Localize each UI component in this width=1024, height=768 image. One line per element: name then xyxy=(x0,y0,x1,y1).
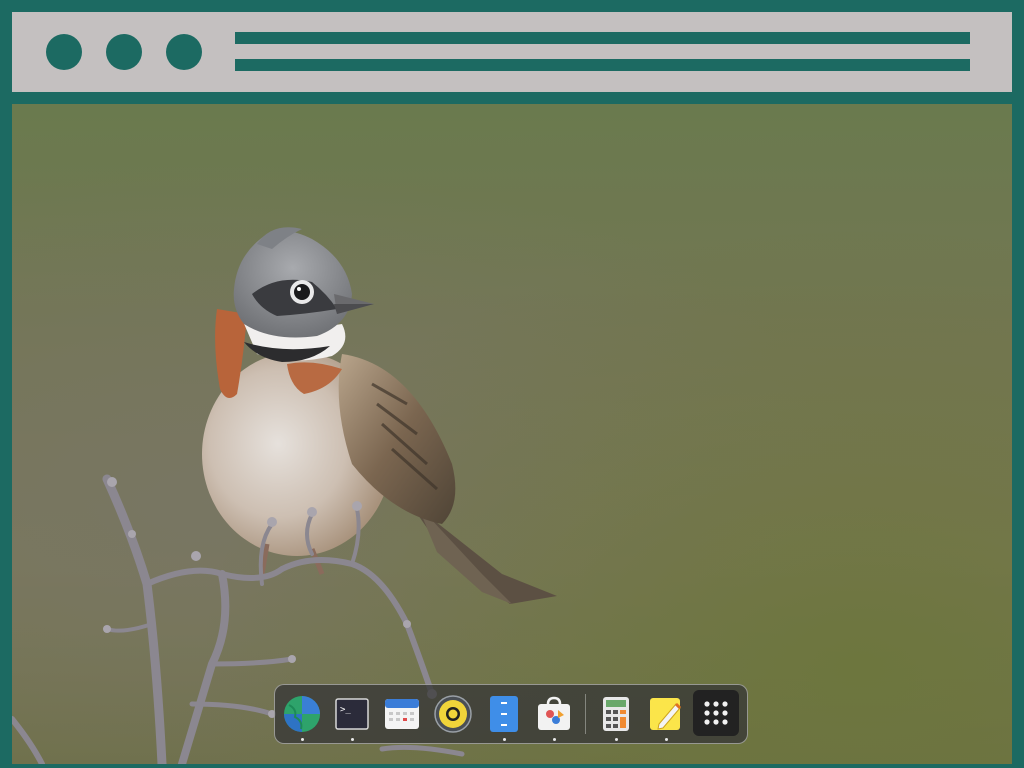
dock-item-store[interactable] xyxy=(533,693,575,741)
dock-item-music[interactable] xyxy=(432,693,474,735)
notes-icon xyxy=(650,698,682,730)
desktop: >_ xyxy=(12,104,1012,764)
calendar-icon xyxy=(385,699,419,729)
document-icon xyxy=(490,696,518,732)
show-applications-button[interactable] xyxy=(693,690,739,736)
music-icon xyxy=(434,695,472,733)
dock-item-notes[interactable] xyxy=(645,693,687,741)
calculator-icon xyxy=(603,697,629,731)
window-header xyxy=(12,12,1012,92)
dock-item-calendar[interactable] xyxy=(381,693,423,735)
running-indicator xyxy=(614,738,618,741)
window-dot-1[interactable] xyxy=(46,34,82,70)
window-dot-2[interactable] xyxy=(106,34,142,70)
running-indicator xyxy=(664,738,668,741)
wallpaper-bird-image xyxy=(12,227,557,764)
running-indicator xyxy=(552,738,556,741)
dock: >_ xyxy=(274,684,748,744)
header-line-1 xyxy=(235,32,970,44)
dock-item-terminal[interactable]: >_ xyxy=(331,693,373,741)
running-indicator xyxy=(300,738,304,741)
store-icon xyxy=(538,696,570,730)
dock-separator xyxy=(585,694,586,734)
dock-item-calculator[interactable] xyxy=(595,693,637,741)
dock-item-browser[interactable] xyxy=(281,693,323,741)
globe-icon xyxy=(284,696,320,732)
window-dot-3[interactable] xyxy=(166,34,202,70)
svg-text:>_: >_ xyxy=(340,705,351,715)
app-grid-icon xyxy=(704,701,728,725)
terminal-icon: >_ xyxy=(335,698,369,730)
running-indicator xyxy=(350,738,354,741)
running-indicator xyxy=(502,738,506,741)
dock-item-documents[interactable] xyxy=(483,693,525,741)
header-line-2 xyxy=(235,59,970,71)
